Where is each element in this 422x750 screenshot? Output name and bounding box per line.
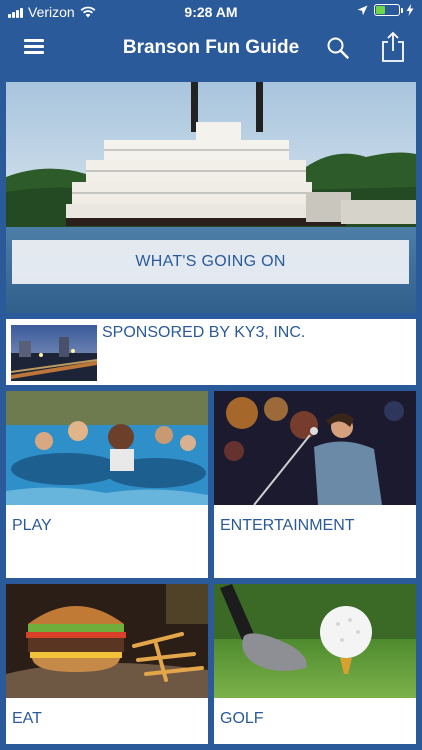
charging-bolt-icon [406, 4, 414, 16]
tile-play-label: PLAY [12, 517, 52, 534]
tile-entertainment-label: ENTERTAINMENT [220, 517, 355, 534]
page-title: Branson Fun Guide [122, 37, 300, 58]
status-right [357, 4, 414, 16]
hero-card[interactable]: WHAT'S GOING ON [6, 82, 416, 313]
share-icon[interactable] [380, 31, 406, 63]
whats-going-on-label: WHAT'S GOING ON [135, 253, 286, 270]
tile-play[interactable]: PLAY [6, 391, 208, 578]
whats-going-on-banner[interactable]: WHAT'S GOING ON [12, 240, 409, 284]
tile-golf-label: GOLF [220, 710, 264, 727]
sponsor-label: SPONSORED BY KY3, INC. [102, 324, 306, 341]
status-bar: Verizon 9:28 AM [0, 0, 422, 24]
play-photo [6, 391, 208, 505]
tile-entertainment[interactable]: ENTERTAINMENT [214, 391, 416, 578]
tile-eat[interactable]: EAT [6, 584, 208, 744]
search-icon[interactable] [326, 36, 350, 60]
eat-photo [6, 584, 208, 698]
golf-photo [214, 584, 416, 698]
location-arrow-icon [357, 5, 368, 15]
sponsor-card[interactable]: SPONSORED BY KY3, INC. [6, 319, 416, 385]
tile-eat-label: EAT [12, 710, 42, 727]
battery-icon [374, 4, 403, 16]
entertainment-photo [214, 391, 416, 505]
sponsor-thumbnail [11, 325, 97, 381]
tile-golf[interactable]: GOLF [214, 584, 416, 744]
navigation-bar: Branson Fun Guide [0, 24, 422, 74]
